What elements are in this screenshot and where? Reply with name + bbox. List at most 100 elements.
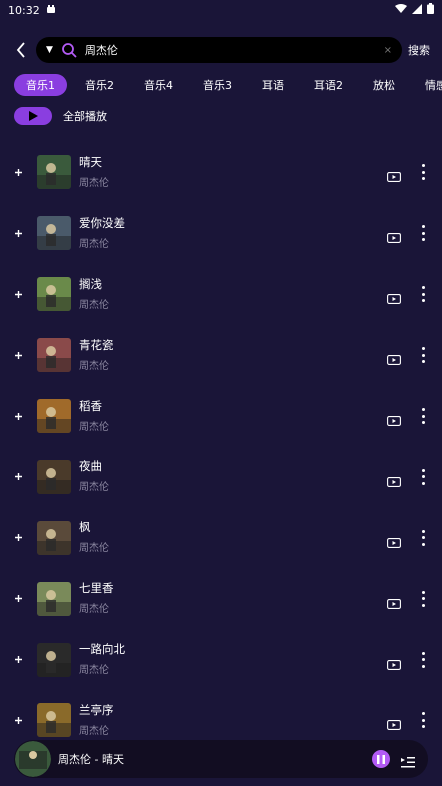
song-artist: 周杰伦 xyxy=(79,482,109,494)
song-row[interactable]: 青花瓷 周杰伦 xyxy=(0,325,442,386)
song-artist: 周杰伦 xyxy=(79,299,109,311)
mv-icon[interactable] xyxy=(387,472,401,487)
play-all-label: 全部播放 xyxy=(63,110,107,123)
song-row[interactable]: 稻香 周杰伦 xyxy=(0,386,442,447)
add-icon[interactable] xyxy=(13,228,23,238)
song-artist: 周杰伦 xyxy=(79,543,109,555)
album-cover[interactable] xyxy=(37,581,71,616)
playlist-icon[interactable] xyxy=(401,753,415,768)
status-bar: 10:32 xyxy=(0,0,442,20)
song-row[interactable]: 搁浅 周杰伦 xyxy=(0,264,442,325)
search-input[interactable] xyxy=(84,43,384,57)
search-header: ▼ × 搜索 xyxy=(0,36,442,64)
play-all-button[interactable] xyxy=(14,107,52,125)
mv-icon[interactable] xyxy=(387,167,401,183)
song-row[interactable]: 晴天 周杰伦 xyxy=(0,142,442,203)
album-cover[interactable] xyxy=(37,277,71,312)
now-playing-title: 周杰伦 - 晴天 xyxy=(58,753,124,766)
more-options-icon[interactable] xyxy=(418,468,428,485)
album-cover[interactable] xyxy=(37,459,71,494)
song-title: 七里香 xyxy=(79,581,114,596)
more-options-icon[interactable] xyxy=(418,590,428,607)
album-cover[interactable] xyxy=(37,520,71,555)
mv-icon[interactable] xyxy=(387,594,401,609)
search-button[interactable]: 搜索 xyxy=(408,42,430,58)
song-row[interactable]: 夜曲 周杰伦 xyxy=(0,446,442,507)
more-options-icon[interactable] xyxy=(418,651,428,668)
song-title: 青花瓷 xyxy=(79,337,114,352)
tab-music2[interactable]: 音乐2 xyxy=(73,74,126,96)
song-title: 兰亭序 xyxy=(79,702,114,717)
search-box[interactable]: ▼ × xyxy=(36,37,402,63)
mv-icon[interactable] xyxy=(387,655,401,670)
song-list: 晴天 周杰伦 爱你没差 周杰伦 搁浅 周杰伦 青花瓷 周杰伦 稻香 周杰伦 夜曲… xyxy=(0,142,442,751)
song-artist: 周杰伦 xyxy=(79,604,109,616)
play-all[interactable]: 全部播放 xyxy=(14,107,107,125)
song-row[interactable]: 枫 周杰伦 xyxy=(0,507,442,568)
add-icon[interactable] xyxy=(13,350,23,360)
album-cover[interactable] xyxy=(37,399,71,433)
song-artist: 周杰伦 xyxy=(79,725,109,737)
now-playing-cover[interactable] xyxy=(15,741,51,777)
song-artist: 周杰伦 xyxy=(79,177,109,189)
battery-icon xyxy=(427,3,434,17)
add-icon[interactable] xyxy=(13,594,23,604)
song-title: 爱你没差 xyxy=(79,215,125,230)
song-title: 搁浅 xyxy=(79,276,102,291)
tab-whisper[interactable]: 耳语 xyxy=(250,74,296,96)
add-icon[interactable] xyxy=(13,167,23,177)
more-options-icon[interactable] xyxy=(418,712,428,729)
song-artist: 周杰伦 xyxy=(79,360,109,372)
signal-icon xyxy=(412,3,422,17)
song-row[interactable]: 七里香 周杰伦 xyxy=(0,568,442,629)
pause-icon xyxy=(377,754,385,764)
more-options-icon[interactable] xyxy=(418,225,428,242)
add-icon[interactable] xyxy=(13,533,23,543)
mv-icon[interactable] xyxy=(387,533,401,548)
song-title: 晴天 xyxy=(79,154,102,169)
add-icon[interactable] xyxy=(13,472,23,482)
more-options-icon[interactable] xyxy=(418,408,428,424)
clear-search-button[interactable]: × xyxy=(384,45,392,56)
back-button[interactable] xyxy=(6,36,36,64)
song-title: 一路向北 xyxy=(79,642,125,657)
album-cover[interactable] xyxy=(37,216,71,251)
song-row[interactable]: 一路向北 周杰伦 xyxy=(0,629,442,690)
mv-icon[interactable] xyxy=(387,350,401,366)
tab-emotion[interactable]: 情感 xyxy=(413,74,442,96)
add-icon[interactable] xyxy=(13,715,23,725)
add-icon[interactable] xyxy=(13,655,23,665)
tab-music1[interactable]: 音乐1 xyxy=(14,74,67,96)
album-cover[interactable] xyxy=(37,155,71,190)
status-time: 10:32 xyxy=(8,3,40,17)
play-icon xyxy=(28,111,38,121)
mv-icon[interactable] xyxy=(387,289,401,305)
song-title: 夜曲 xyxy=(79,459,102,474)
mv-icon[interactable] xyxy=(387,715,401,731)
tab-whisper2[interactable]: 耳语2 xyxy=(302,74,355,96)
tab-music3[interactable]: 音乐3 xyxy=(191,74,244,96)
wifi-icon xyxy=(395,3,407,17)
more-options-icon[interactable] xyxy=(418,286,428,303)
add-icon[interactable] xyxy=(13,289,23,299)
pause-button[interactable] xyxy=(372,750,390,768)
add-icon[interactable] xyxy=(13,411,23,421)
category-tabs: 音乐1 音乐2 音乐4 音乐3 耳语 耳语2 放松 情感 xyxy=(14,74,442,96)
search-type-dropdown[interactable]: ▼ xyxy=(46,45,53,55)
mv-icon[interactable] xyxy=(387,411,401,426)
mv-icon[interactable] xyxy=(387,228,401,244)
more-options-icon[interactable] xyxy=(418,347,428,364)
more-options-icon[interactable] xyxy=(418,164,428,181)
more-options-icon[interactable] xyxy=(418,529,428,546)
mini-player[interactable]: 周杰伦 - 晴天 xyxy=(14,740,428,778)
song-row[interactable]: 爱你没差 周杰伦 xyxy=(0,203,442,264)
song-artist: 周杰伦 xyxy=(79,665,109,677)
song-artist: 周杰伦 xyxy=(79,421,109,433)
song-title: 枫 xyxy=(79,520,91,535)
tab-relax[interactable]: 放松 xyxy=(361,74,407,96)
album-cover[interactable] xyxy=(37,703,71,738)
notification-icon xyxy=(46,4,56,17)
album-cover[interactable] xyxy=(37,338,71,373)
album-cover[interactable] xyxy=(37,642,71,677)
tab-music4[interactable]: 音乐4 xyxy=(132,74,185,96)
